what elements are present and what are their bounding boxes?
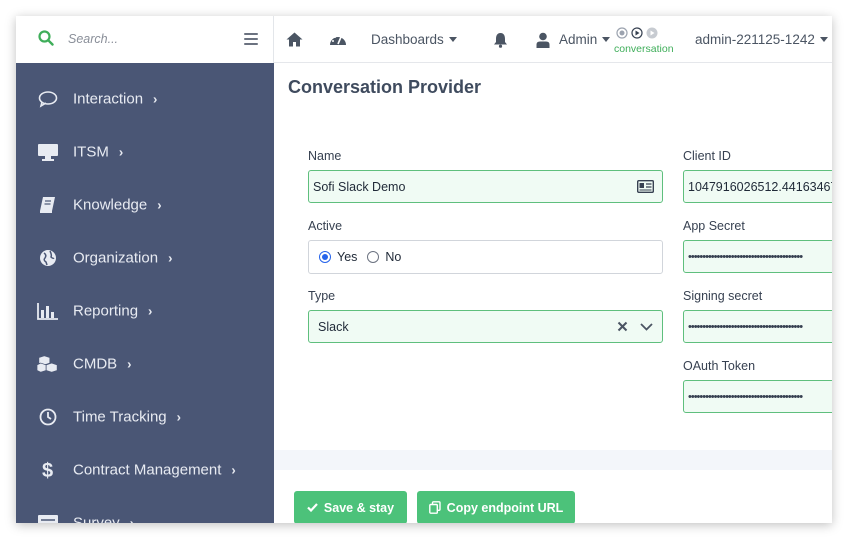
bar-chart-icon bbox=[37, 301, 59, 321]
save-and-stay-label: Save & stay bbox=[323, 500, 395, 515]
save-and-stay-button[interactable]: Save & stay bbox=[294, 491, 407, 523]
sidebar-item-organization[interactable]: Organization › bbox=[16, 231, 274, 284]
chat-bubble-icon bbox=[37, 89, 59, 109]
sidebar: Interaction › ITSM › Knowledge › Organizati… bbox=[16, 16, 274, 523]
active-label: Active bbox=[308, 219, 343, 233]
caret-down-icon bbox=[448, 37, 457, 42]
name-label: Name bbox=[308, 149, 342, 163]
book-icon bbox=[37, 195, 59, 215]
id-card-icon bbox=[637, 180, 654, 193]
sidebar-item-label: ITSM bbox=[73, 143, 109, 160]
sidebar-search bbox=[16, 16, 274, 63]
caret-down-icon bbox=[602, 37, 611, 42]
play-icon[interactable] bbox=[631, 26, 643, 44]
page-title: Conversation Provider bbox=[288, 77, 482, 97]
copy-icon bbox=[428, 501, 441, 514]
list-icon bbox=[37, 513, 59, 523]
copy-endpoint-url-button[interactable]: Copy endpoint URL bbox=[417, 491, 575, 523]
chevron-right-icon: › bbox=[129, 515, 135, 523]
conversation-label: conversation bbox=[614, 43, 674, 55]
caret-down-icon bbox=[819, 37, 828, 42]
type-label: Type bbox=[308, 289, 336, 303]
app-secret-value: •••••••••••••••••••••••••••••••••••••••• bbox=[688, 250, 803, 263]
active-yes-radio[interactable] bbox=[319, 251, 331, 263]
chevron-right-icon: › bbox=[148, 303, 153, 318]
section-divider bbox=[274, 450, 832, 470]
chevron-right-icon: › bbox=[176, 409, 181, 424]
type-value: Slack bbox=[318, 319, 349, 334]
chevron-right-icon: › bbox=[127, 356, 132, 371]
sidebar-item-time-tracking[interactable]: Time Tracking › bbox=[16, 390, 274, 443]
monitor-icon bbox=[37, 142, 59, 162]
sidebar-item-label: Survey bbox=[73, 514, 120, 523]
sidebar-item-label: Knowledge bbox=[73, 196, 148, 213]
clock-icon bbox=[37, 407, 59, 427]
cubes-icon bbox=[37, 354, 59, 374]
instance-name: admin-221125-1242 bbox=[695, 32, 815, 47]
sidebar-item-label: Time Tracking bbox=[73, 408, 167, 425]
dollar-icon: $ bbox=[37, 460, 59, 481]
app-secret-label: App Secret bbox=[683, 219, 745, 233]
sidebar-item-contract-management[interactable]: $ Contract Management › bbox=[16, 443, 274, 496]
oauth-token-value: •••••••••••••••••••••••••••••••••••••••• bbox=[688, 390, 803, 403]
active-yes-label: Yes bbox=[337, 250, 358, 264]
sidebar-item-survey[interactable]: Survey › bbox=[16, 496, 274, 523]
oauth-token-label: OAuth Token bbox=[683, 359, 756, 373]
active-radio-group: Yes No bbox=[308, 240, 663, 274]
top-navbar: Dashboards Admin conversation admin-2211… bbox=[274, 16, 832, 63]
app-secret-field[interactable]: •••••••••••••••••••••••••••••••••••••••• bbox=[683, 240, 832, 273]
play-disabled-icon[interactable] bbox=[646, 26, 658, 44]
user-name: Admin bbox=[559, 32, 598, 47]
chevron-right-icon: › bbox=[153, 91, 158, 106]
chevron-right-icon: › bbox=[157, 197, 162, 212]
chevron-down-icon[interactable] bbox=[640, 323, 653, 331]
hamburger-menu-icon[interactable] bbox=[244, 33, 258, 45]
main-content: Conversation Provider Name Sofi Slack De… bbox=[274, 63, 832, 523]
home-icon[interactable] bbox=[286, 16, 303, 63]
signing-secret-field[interactable]: •••••••••••••••••••••••••••••••••••••••• bbox=[683, 310, 832, 343]
sidebar-item-itsm[interactable]: ITSM › bbox=[16, 125, 274, 178]
sidebar-item-knowledge[interactable]: Knowledge › bbox=[16, 178, 274, 231]
copy-endpoint-url-label: Copy endpoint URL bbox=[446, 500, 564, 515]
search-icon[interactable] bbox=[38, 30, 54, 51]
active-no-radio[interactable] bbox=[367, 251, 380, 263]
signing-secret-label: Signing secret bbox=[683, 289, 763, 303]
instance-dropdown[interactable]: admin-221125-1242 bbox=[695, 16, 828, 63]
chevron-right-icon: › bbox=[231, 462, 236, 477]
client-id-label: Client ID bbox=[683, 149, 731, 163]
user-menu[interactable]: Admin bbox=[536, 16, 611, 63]
svg-text:$: $ bbox=[42, 460, 53, 481]
dashboard-gauge-icon[interactable] bbox=[329, 16, 347, 63]
clear-icon[interactable] bbox=[617, 321, 628, 332]
dashboards-label: Dashboards bbox=[371, 32, 444, 47]
conversation-controls bbox=[616, 26, 658, 44]
client-id-value: 1047916026512.441634677 bbox=[688, 179, 832, 194]
dashboards-dropdown[interactable]: Dashboards bbox=[371, 16, 457, 63]
bell-icon[interactable] bbox=[493, 16, 508, 63]
record-icon[interactable] bbox=[616, 26, 628, 44]
chevron-right-icon: › bbox=[118, 144, 124, 159]
oauth-token-field[interactable]: •••••••••••••••••••••••••••••••••••••••• bbox=[683, 380, 832, 413]
search-input[interactable] bbox=[68, 28, 218, 50]
type-select[interactable]: Slack bbox=[308, 310, 663, 343]
chevron-right-icon: › bbox=[168, 250, 173, 265]
sidebar-item-label: Contract Management bbox=[73, 461, 222, 478]
client-id-field[interactable]: 1047916026512.441634677 bbox=[683, 170, 832, 203]
sidebar-item-cmdb[interactable]: CMDB › bbox=[16, 337, 274, 390]
sidebar-item-label: Organization bbox=[73, 249, 159, 266]
globe-icon bbox=[37, 248, 59, 268]
app-window: Interaction › ITSM › Knowledge › Organizati… bbox=[16, 16, 832, 523]
name-field[interactable]: Sofi Slack Demo bbox=[308, 170, 663, 203]
signing-secret-value: •••••••••••••••••••••••••••••••••••••••• bbox=[688, 320, 803, 333]
check-icon bbox=[307, 503, 318, 512]
sidebar-item-interaction[interactable]: Interaction › bbox=[16, 72, 274, 125]
sidebar-item-label: Interaction bbox=[73, 90, 144, 107]
sidebar-item-label: CMDB bbox=[73, 355, 118, 372]
sidebar-item-reporting[interactable]: Reporting › bbox=[16, 284, 274, 337]
sidebar-item-label: Reporting bbox=[73, 302, 139, 319]
active-no-label: No bbox=[385, 250, 402, 264]
user-icon bbox=[536, 32, 550, 48]
name-value: Sofi Slack Demo bbox=[313, 179, 406, 194]
